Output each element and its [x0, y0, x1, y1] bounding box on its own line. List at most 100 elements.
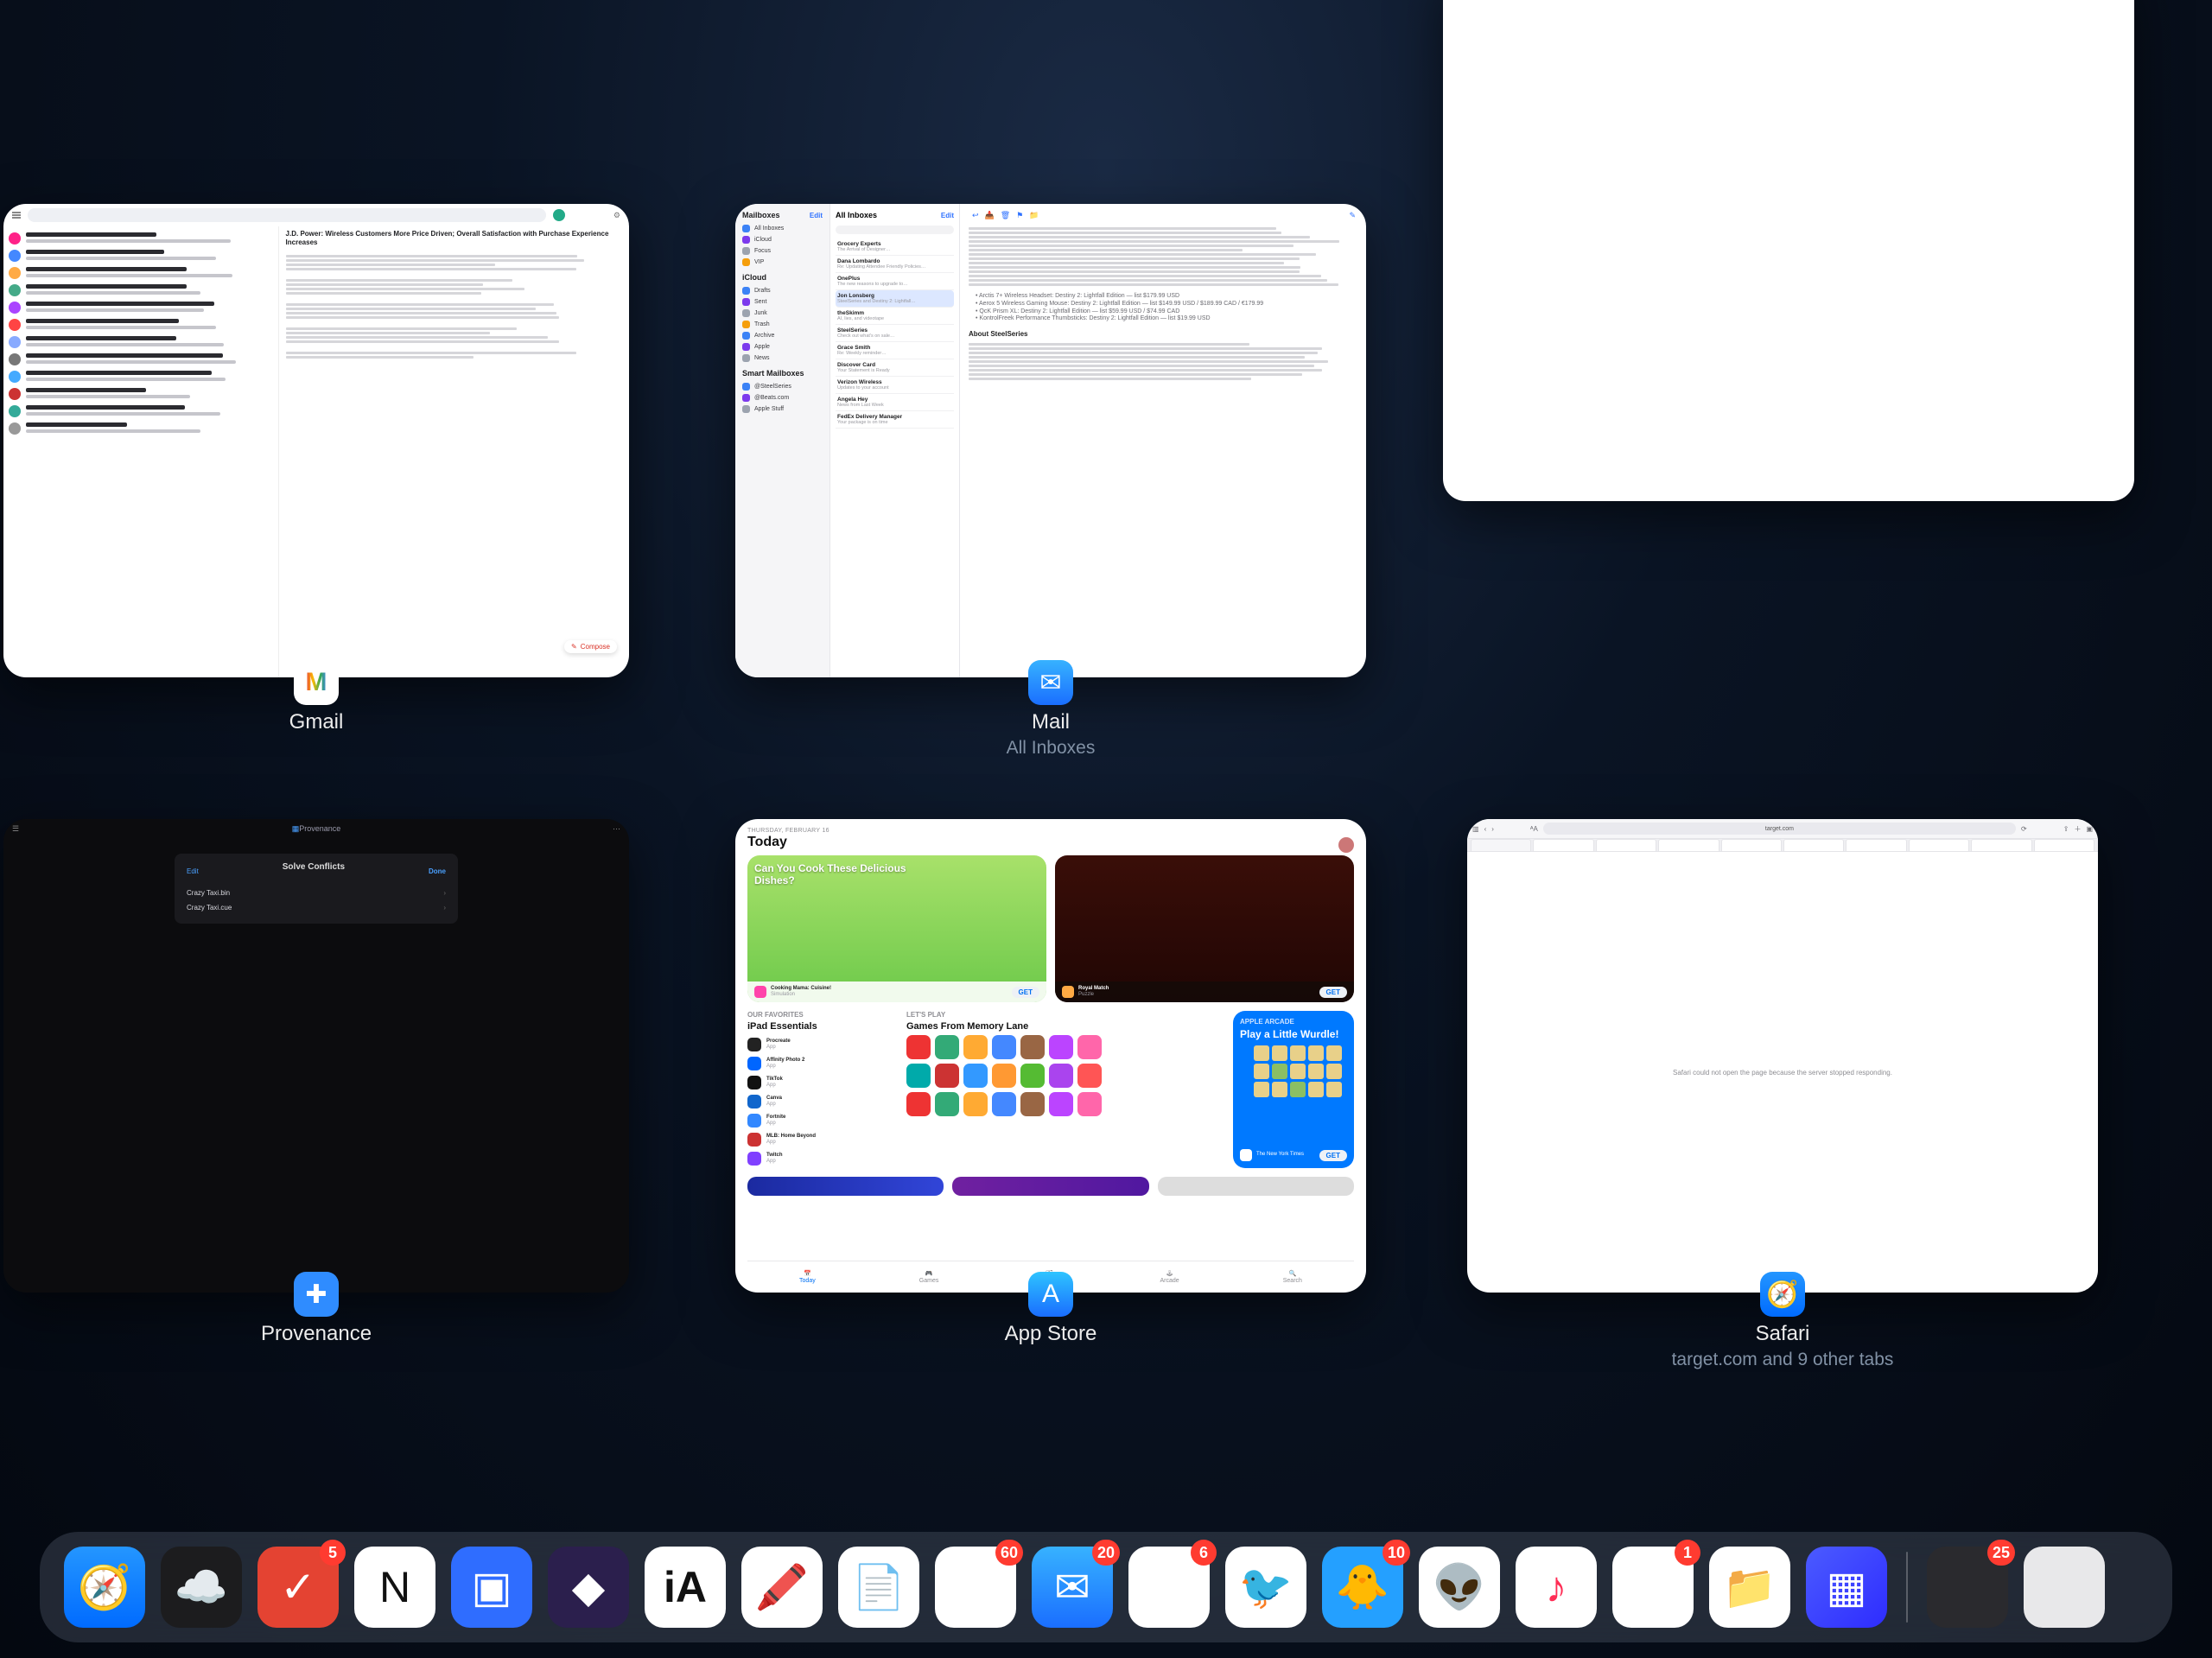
- sidebar-icon[interactable]: ▥: [1472, 825, 1479, 833]
- mail-list-item[interactable]: Jon LonsbergSteelSeries and Destiny 2: L…: [836, 290, 954, 308]
- mail-list-item[interactable]: Grocery ExpertsThe Arrival of Designer…: [836, 238, 954, 256]
- url-field[interactable]: target.com: [1543, 823, 2016, 835]
- mail-sidebar-item[interactable]: iCloud: [742, 234, 823, 245]
- safari-tab[interactable]: [1783, 839, 1844, 851]
- gmail-list-item[interactable]: [9, 368, 273, 385]
- safari-tab[interactable]: [1533, 839, 1593, 851]
- safari-tab[interactable]: [2034, 839, 2094, 851]
- get-button[interactable]: GET: [1012, 987, 1039, 998]
- conflict-row[interactable]: Crazy Taxi.cue›: [187, 900, 446, 915]
- share-icon[interactable]: ⇪: [2063, 825, 2069, 833]
- appstore-card[interactable]: THURSDAY, FEBRUARY 16 Today Can You Cook…: [735, 819, 1366, 1293]
- game-tile[interactable]: [992, 1064, 1016, 1088]
- aa-icon[interactable]: ᴬA: [1530, 825, 1538, 833]
- game-tile[interactable]: [992, 1092, 1016, 1116]
- safari-tab[interactable]: [1971, 839, 2031, 851]
- dock-icon-todoist[interactable]: ✓5: [257, 1547, 339, 1628]
- appstore-list-item[interactable]: ProcreateApp: [747, 1035, 894, 1054]
- provenance-card[interactable]: ☰ ▦ Provenance ⋯ Edit Solve Conflicts Do…: [3, 819, 629, 1293]
- game-tile[interactable]: [1020, 1064, 1045, 1088]
- safari-tab[interactable]: [1721, 839, 1782, 851]
- mail-sidebar[interactable]: MailboxesEdit All InboxesiCloudFocusVIP …: [735, 204, 830, 677]
- dock-icon-tweetbot[interactable]: 🐥10: [1322, 1547, 1403, 1628]
- fwd-icon[interactable]: ›: [1491, 825, 1494, 833]
- featured-card-royal-match[interactable]: Royal MatchPuzzle GET: [1055, 855, 1354, 1002]
- mail-sidebar-item[interactable]: @Beats.com: [742, 392, 823, 403]
- game-tile[interactable]: [992, 1035, 1016, 1059]
- gmail-list-item[interactable]: [9, 264, 273, 282]
- game-tile[interactable]: [935, 1064, 959, 1088]
- mail-message-list[interactable]: All InboxesEdit Grocery ExpertsThe Arriv…: [830, 204, 960, 677]
- sidebar-icon[interactable]: ☰: [12, 824, 19, 834]
- featured-card-cooking-mama[interactable]: Can You Cook These Delicious Dishes? Coo…: [747, 855, 1046, 1002]
- mail-sidebar-item[interactable]: Sent: [742, 296, 823, 308]
- dock-icon-shortcuts[interactable]: ▦: [1806, 1547, 1887, 1628]
- safari-tab[interactable]: [1846, 839, 1906, 851]
- safari-tab[interactable]: [1658, 839, 1719, 851]
- gmail-list-item[interactable]: [9, 282, 273, 299]
- avatar[interactable]: [1338, 837, 1354, 853]
- get-button[interactable]: GET: [1319, 1150, 1347, 1161]
- gmail-card[interactable]: ⚙: [3, 204, 629, 677]
- offscreen-app-card[interactable]: [1443, 0, 2134, 501]
- game-tile[interactable]: [1049, 1064, 1073, 1088]
- mail-list-item[interactable]: OnePlusThe new reasons to upgrade to…: [836, 273, 954, 290]
- dock-icon-freeform[interactable]: 🖍️: [741, 1547, 823, 1628]
- mail-sidebar-item[interactable]: News: [742, 353, 823, 364]
- dock-icon-files[interactable]: 📁: [1709, 1547, 1790, 1628]
- game-tile[interactable]: [906, 1035, 931, 1059]
- mail-sidebar-item[interactable]: Focus: [742, 245, 823, 257]
- dock-icon-gmail[interactable]: M6: [1128, 1547, 1210, 1628]
- mail-list-item[interactable]: Verizon WirelessUpdates to your account: [836, 377, 954, 394]
- game-tile[interactable]: [906, 1064, 931, 1088]
- reply-icon[interactable]: ↩︎: [972, 211, 979, 220]
- dock-app-library[interactable]: [2024, 1547, 2105, 1628]
- game-tile[interactable]: [1077, 1035, 1102, 1059]
- gmail-list-item[interactable]: [9, 230, 273, 247]
- game-tile[interactable]: [935, 1035, 959, 1059]
- game-tile[interactable]: [1077, 1092, 1102, 1116]
- dock-recents-shelf[interactable]: 25: [1927, 1547, 2008, 1628]
- game-tile[interactable]: [906, 1092, 931, 1116]
- game-tile[interactable]: [1049, 1035, 1073, 1059]
- safari-tab[interactable]: [1909, 839, 1969, 851]
- mail-sidebar-item[interactable]: All Inboxes: [742, 223, 823, 234]
- gmail-list-item[interactable]: [9, 420, 273, 437]
- compose-button[interactable]: ✎Compose: [564, 640, 617, 653]
- mail-list-item[interactable]: Discover CardYour Statement is Ready: [836, 359, 954, 377]
- safari-card[interactable]: ▥ ‹ › ᴬA target.com ⟳ ⇪ ＋ ▣ Safari could…: [1467, 819, 2098, 1293]
- mail-list-item[interactable]: Angela HeyNews from Last Week: [836, 394, 954, 411]
- back-icon[interactable]: ‹: [1484, 825, 1487, 833]
- mail-card[interactable]: MailboxesEdit All InboxesiCloudFocusVIP …: [735, 204, 1366, 677]
- mail-list-item[interactable]: theSkimmAI, lies, and videotape: [836, 308, 954, 325]
- dock-icon-pdf-expert[interactable]: 📄: [838, 1547, 919, 1628]
- mail-sidebar-item[interactable]: @SteelSeries: [742, 381, 823, 392]
- dock-icon-obsidian[interactable]: ◆: [548, 1547, 629, 1628]
- game-tile[interactable]: [963, 1092, 988, 1116]
- appstore-list-item[interactable]: CanvaApp: [747, 1092, 894, 1111]
- compose-icon[interactable]: ✎: [1349, 211, 1356, 220]
- mail-list-item[interactable]: Grace SmithRe: Weekly reminder…: [836, 342, 954, 359]
- gmail-list-item[interactable]: [9, 385, 273, 403]
- gmail-message-list[interactable]: [3, 226, 279, 677]
- mail-search-input[interactable]: [836, 226, 954, 234]
- dock-icon-slack[interactable]: #1: [1612, 1547, 1694, 1628]
- dock-icon-ia-writer[interactable]: iA: [645, 1547, 726, 1628]
- dock-icon-music[interactable]: ♪: [1516, 1547, 1597, 1628]
- dock-icon-asana[interactable]: ⦿60: [935, 1547, 1016, 1628]
- gmail-list-item[interactable]: [9, 247, 273, 264]
- move-icon[interactable]: 📁: [1029, 211, 1039, 220]
- mail-sidebar-item[interactable]: Trash: [742, 319, 823, 330]
- new-tab-icon[interactable]: ＋: [2074, 824, 2081, 834]
- dock-icon-mail[interactable]: ✉︎20: [1032, 1547, 1113, 1628]
- gmail-list-item[interactable]: [9, 334, 273, 351]
- mail-sidebar-item[interactable]: Apple: [742, 341, 823, 353]
- edit-button[interactable]: Edit: [941, 212, 954, 220]
- safari-tab-strip[interactable]: [1467, 839, 2098, 852]
- reload-icon[interactable]: ⟳: [2021, 825, 2027, 833]
- mail-sidebar-item[interactable]: Junk: [742, 308, 823, 319]
- avatar[interactable]: [553, 209, 565, 221]
- game-tile[interactable]: [1020, 1035, 1045, 1059]
- safari-tab[interactable]: [1596, 839, 1656, 851]
- mail-list-item[interactable]: FedEx Delivery ManagerYour package is on…: [836, 411, 954, 429]
